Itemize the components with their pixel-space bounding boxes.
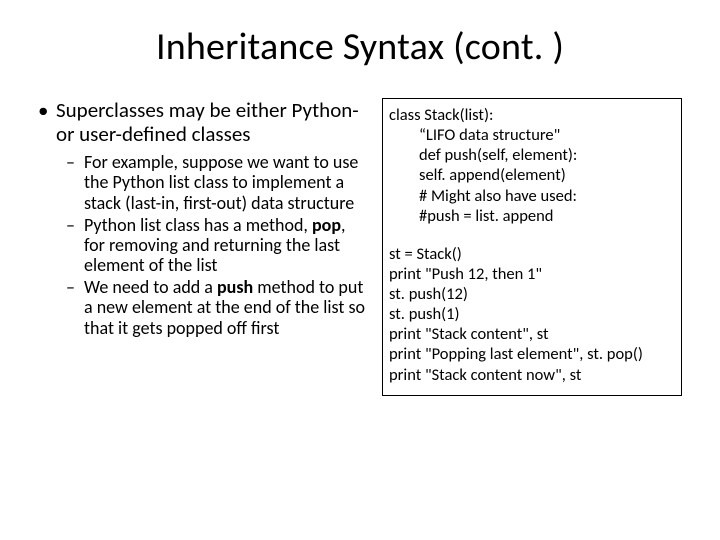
slide-title: Inheritance Syntax (cont. ) <box>38 24 682 70</box>
code-line: “LIFO data structure" <box>389 125 673 145</box>
sub-bullet-2: – Python list class has a method, pop, f… <box>66 215 368 275</box>
code-line: st. push(12) <box>389 284 673 304</box>
bullet-dot-icon: • <box>38 98 56 146</box>
code-line: def push(self, element): <box>389 145 673 165</box>
code-line: #push = list. append <box>389 206 673 226</box>
code-line: print "Push 12, then 1" <box>389 264 673 284</box>
dash-icon: – <box>66 277 84 337</box>
code-line: st. push(1) <box>389 304 673 324</box>
sub-bullet-3: – We need to add a push method to put a … <box>66 277 368 337</box>
sub-bullet-1: – For example, suppose we want to use th… <box>66 152 368 212</box>
bullet-main: • Superclasses may be either Python- or … <box>38 98 368 146</box>
code-line: self. append(element) <box>389 165 673 185</box>
dash-icon: – <box>66 152 84 212</box>
code-line: class Stack(list): <box>389 105 673 125</box>
sub-bullet-1-text: For example, suppose we want to use the … <box>84 152 368 212</box>
sub-bullet-3-text: We need to add a push method to put a ne… <box>84 277 368 337</box>
code-line: print "Popping last element", st. pop() <box>389 344 673 364</box>
code-line: st = Stack() <box>389 244 673 264</box>
left-column: • Superclasses may be either Python- or … <box>38 98 368 396</box>
code-blank-line <box>389 226 673 244</box>
code-line: print "Stack content", st <box>389 324 673 344</box>
code-line: print "Stack content now", st <box>389 365 673 385</box>
right-column: class Stack(list): “LIFO data structure"… <box>382 98 682 396</box>
code-box: class Stack(list): “LIFO data structure"… <box>382 98 682 396</box>
slide: Inheritance Syntax (cont. ) • Superclass… <box>0 0 720 540</box>
columns: • Superclasses may be either Python- or … <box>38 98 682 396</box>
sub-bullet-list: – For example, suppose we want to use th… <box>66 152 368 337</box>
bullet-main-text: Superclasses may be either Python- or us… <box>56 98 368 146</box>
dash-icon: – <box>66 215 84 275</box>
code-line: # Might also have used: <box>389 186 673 206</box>
sub-bullet-2-text: Python list class has a method, pop, for… <box>84 215 368 275</box>
